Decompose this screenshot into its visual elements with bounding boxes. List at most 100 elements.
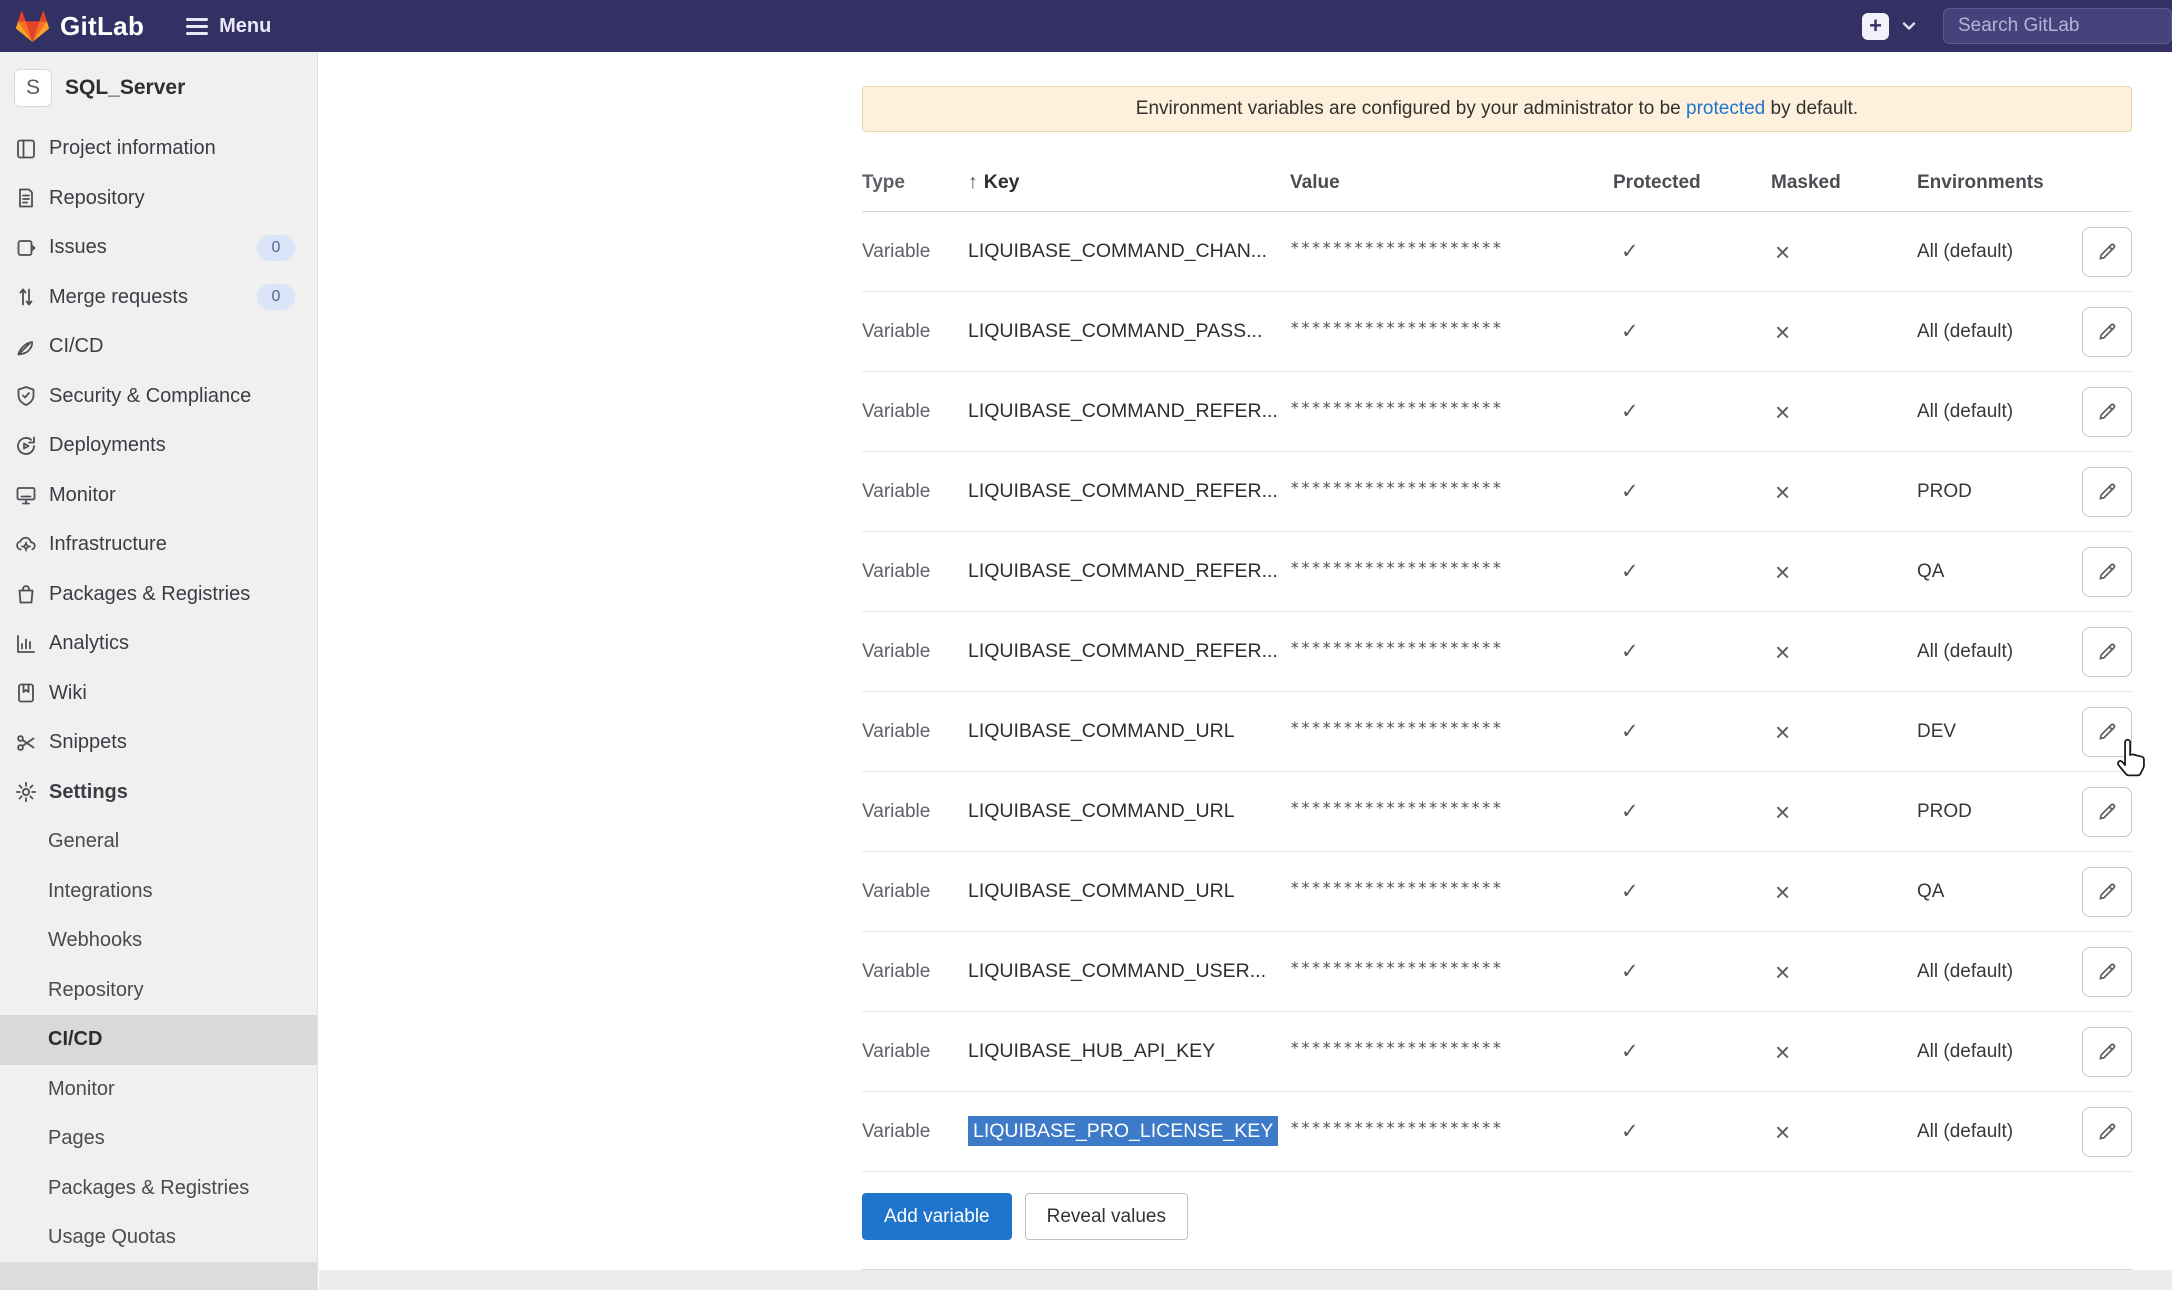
sidebar-item-settings[interactable]: Settings [0, 768, 317, 818]
edit-variable-button[interactable] [2082, 627, 2132, 677]
header-type: Type [862, 172, 968, 194]
variable-key: LIQUIBASE_COMMAND_URL [968, 720, 1235, 742]
variable-environments: All (default) [1917, 241, 2080, 263]
header-key[interactable]: ↑Key [968, 171, 1290, 194]
project-information-icon [14, 137, 38, 161]
variable-type: Variable [862, 401, 968, 423]
pencil-icon [2096, 640, 2119, 663]
masked-x-icon: × [1771, 399, 1917, 425]
edit-variable-button[interactable] [2082, 307, 2132, 357]
pencil-icon [2096, 960, 2119, 983]
variable-masked-value: ******************** [1290, 398, 1613, 417]
pencil-icon [2096, 1120, 2119, 1143]
protected-link[interactable]: protected [1686, 98, 1765, 119]
masked-x-icon: × [1771, 879, 1917, 905]
sidebar-item-wiki[interactable]: Wiki [0, 669, 317, 719]
edit-variable-button[interactable] [2082, 387, 2132, 437]
pencil-icon [2096, 480, 2119, 503]
sidebar-subitem-monitor[interactable]: Monitor [0, 1065, 317, 1115]
sidebar-item-ci-cd[interactable]: CI/CD [0, 322, 317, 372]
sidebar-item-merge-requests[interactable]: Merge requests 0 [0, 273, 317, 323]
new-item-plus-button[interactable]: + [1862, 13, 1889, 40]
variable-masked-value: ******************** [1290, 878, 1613, 897]
sidebar-item-repository[interactable]: Repository [0, 174, 317, 224]
edit-variable-button[interactable] [2082, 227, 2132, 277]
sidebar-item-infrastructure[interactable]: Infrastructure [0, 520, 317, 570]
variable-type: Variable [862, 801, 968, 823]
variable-key: LIQUIBASE_COMMAND_USER... [968, 960, 1266, 982]
sidebar-bottom-strip [0, 1262, 317, 1290]
edit-variable-button[interactable] [2082, 707, 2132, 757]
sidebar-item-project-information[interactable]: Project information [0, 124, 317, 174]
sidebar-item-deployments[interactable]: Deployments [0, 421, 317, 471]
banner-text: Environment variables are configured by … [1136, 98, 1858, 120]
edit-variable-button[interactable] [2082, 547, 2132, 597]
variable-row: Variable LIQUIBASE_COMMAND_PASS... *****… [862, 292, 2132, 372]
sidebar-item-issues[interactable]: Issues 0 [0, 223, 317, 273]
masked-x-icon: × [1771, 719, 1917, 745]
top-navbar: GitLab Menu + [0, 0, 2172, 52]
pencil-icon [2096, 560, 2119, 583]
edit-variable-button[interactable] [2082, 1107, 2132, 1157]
edit-variable-button[interactable] [2082, 467, 2132, 517]
protected-check-icon: ✓ [1613, 479, 1771, 504]
search-input[interactable] [1943, 8, 2172, 44]
variable-type: Variable [862, 321, 968, 343]
sort-ascending-icon[interactable]: ↑ [968, 171, 978, 193]
protected-check-icon: ✓ [1613, 319, 1771, 344]
infrastructure-icon [14, 533, 38, 557]
deployments-icon [14, 434, 38, 458]
edit-variable-button[interactable] [2082, 867, 2132, 917]
sidebar-item-security-compliance[interactable]: Security & Compliance [0, 372, 317, 422]
sidebar-subitem-packages-registries[interactable]: Packages & Registries [0, 1164, 317, 1214]
sidebar-subitem-webhooks[interactable]: Webhooks [0, 916, 317, 966]
edit-variable-button[interactable] [2082, 1027, 2132, 1077]
variable-key: LIQUIBASE_COMMAND_REFER... [968, 400, 1278, 422]
variable-environments: All (default) [1917, 961, 2080, 983]
gitlab-brand-text[interactable]: GitLab [60, 11, 144, 42]
sidebar-subitem-usage-quotas[interactable]: Usage Quotas [0, 1213, 317, 1263]
pencil-icon [2096, 720, 2119, 743]
sidebar-item-monitor[interactable]: Monitor [0, 471, 317, 521]
variable-masked-value: ******************** [1290, 718, 1613, 737]
chevron-down-icon[interactable] [1901, 20, 1917, 32]
pencil-icon [2096, 880, 2119, 903]
variable-masked-value: ******************** [1290, 638, 1613, 657]
sidebar-subitem-repository[interactable]: Repository [0, 966, 317, 1016]
variable-masked-value: ******************** [1290, 558, 1613, 577]
edit-variable-button[interactable] [2082, 947, 2132, 997]
gitlab-tanuki-logo-icon[interactable] [14, 9, 51, 43]
variable-environments: PROD [1917, 481, 2080, 503]
project-name[interactable]: SQL_Server [65, 76, 185, 100]
sidebar-subitem-integrations[interactable]: Integrations [0, 867, 317, 917]
edit-variable-button[interactable] [2082, 787, 2132, 837]
variable-row: Variable LIQUIBASE_COMMAND_URL *********… [862, 852, 2132, 932]
menu-button[interactable]: Menu [186, 15, 271, 38]
sidebar-subitem-ci-cd[interactable]: CI/CD [0, 1015, 317, 1065]
gear-icon [14, 780, 38, 804]
protected-check-icon: ✓ [1613, 559, 1771, 584]
count-badge: 0 [257, 235, 295, 261]
admin-protected-banner: Environment variables are configured by … [862, 86, 2132, 132]
menu-label: Menu [219, 15, 271, 38]
sidebar-item-analytics[interactable]: Analytics [0, 619, 317, 669]
sidebar-subitem-pages[interactable]: Pages [0, 1114, 317, 1164]
add-variable-button[interactable]: Add variable [862, 1193, 1012, 1240]
reveal-values-button[interactable]: Reveal values [1025, 1193, 1188, 1240]
project-avatar[interactable]: S [14, 69, 52, 107]
variable-row: Variable LIQUIBASE_COMMAND_REFER... ****… [862, 452, 2132, 532]
masked-x-icon: × [1771, 639, 1917, 665]
variable-key: LIQUIBASE_COMMAND_URL [968, 800, 1235, 822]
variable-environments: All (default) [1917, 401, 2080, 423]
header-protected: Protected [1613, 172, 1771, 194]
sidebar-subitem-general[interactable]: General [0, 817, 317, 867]
variable-environments: All (default) [1917, 1121, 2080, 1143]
masked-x-icon: × [1771, 799, 1917, 825]
variable-type: Variable [862, 481, 968, 503]
sidebar-item-snippets[interactable]: Snippets [0, 718, 317, 768]
protected-check-icon: ✓ [1613, 1039, 1771, 1064]
variable-environments: DEV [1917, 721, 2080, 743]
variable-row: Variable LIQUIBASE_COMMAND_CHAN... *****… [862, 212, 2132, 292]
masked-x-icon: × [1771, 1119, 1917, 1145]
sidebar-item-packages-registries[interactable]: Packages & Registries [0, 570, 317, 620]
